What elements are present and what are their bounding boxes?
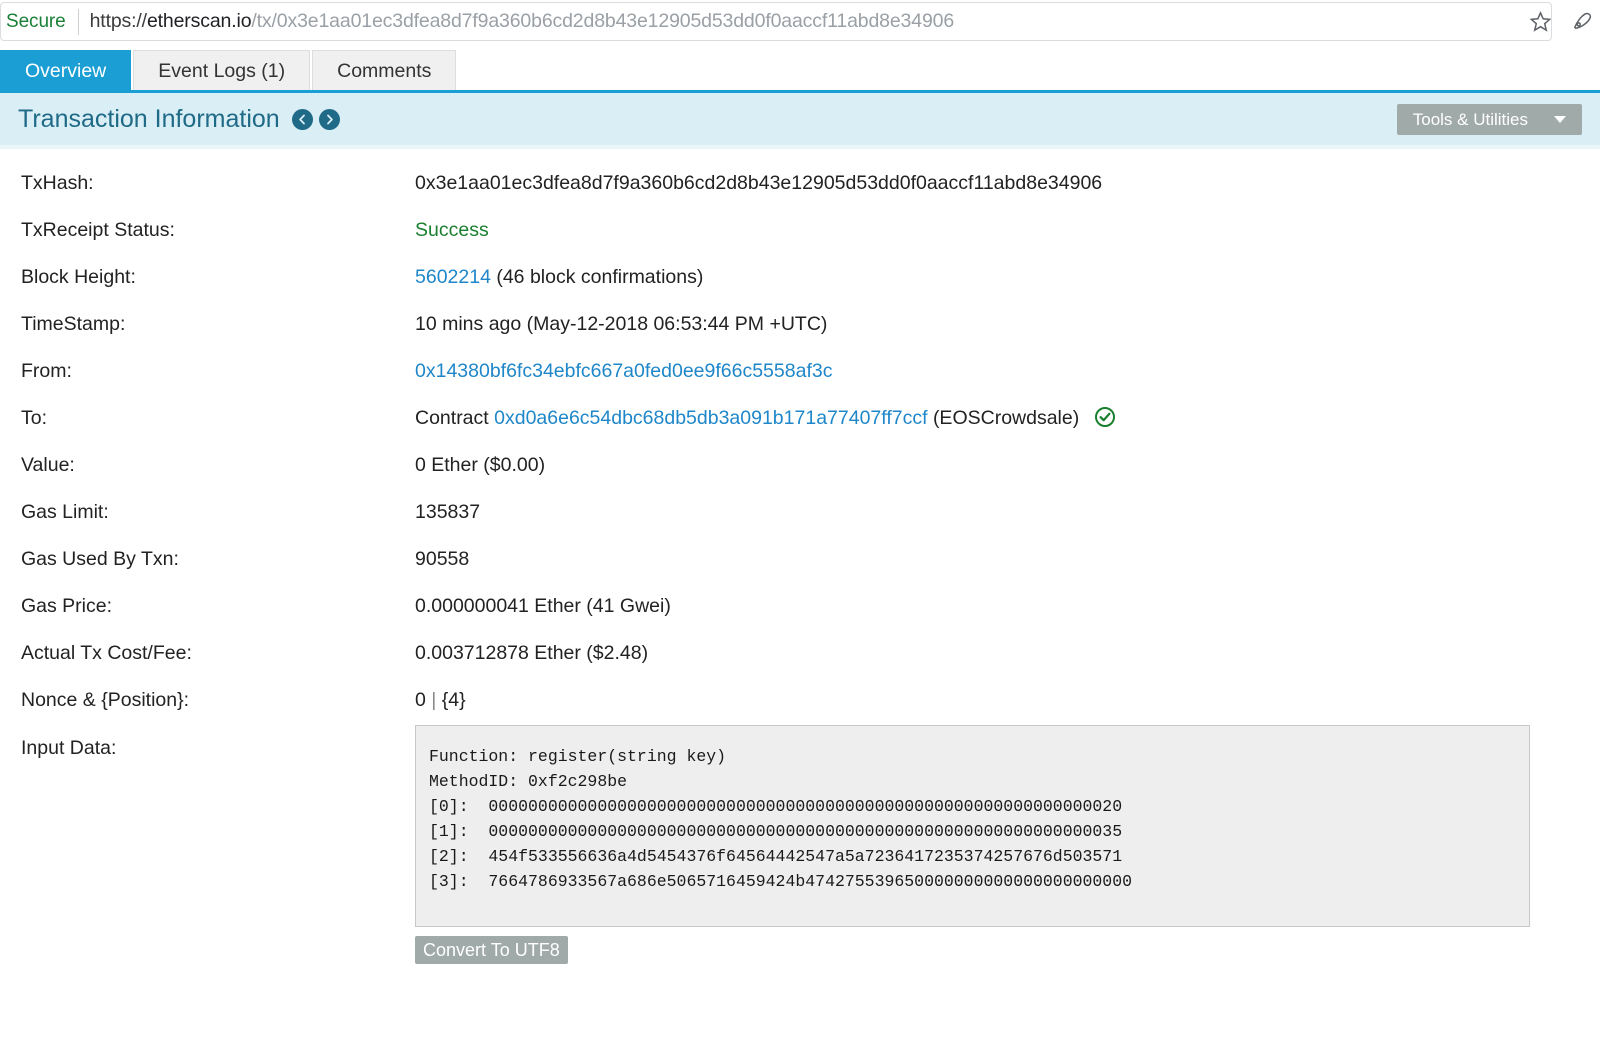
transaction-details: TxHash: 0x3e1aa01ec3dfea8d7f9a360b6cd2d8… (0, 160, 1600, 964)
row-gas-used: Gas Used By Txn: 90558 (0, 536, 1600, 583)
chevron-down-icon (1554, 116, 1566, 123)
value-value: 0 Ether ($0.00) (415, 454, 546, 476)
txhash-value: 0x3e1aa01ec3dfea8d7f9a360b6cd2d8b43e1290… (415, 172, 1103, 194)
input-hex-row: [0]: 00000000000000000000000000000000000… (429, 797, 1123, 816)
row-gas-limit: Gas Limit: 135837 (0, 489, 1600, 536)
nonce-label: Nonce & {Position}: (21, 689, 190, 711)
page-title: Transaction Information (18, 104, 280, 133)
omnibox-divider (77, 8, 79, 35)
to-label: To: (21, 407, 48, 429)
nonce-value: 0 | {4} (415, 677, 466, 724)
url-scheme: https:// (89, 10, 147, 32)
row-gas-price: Gas Price: 0.000000041 Ether (41 Gwei) (0, 583, 1600, 630)
timestamp-value: 10 mins ago (May-12-2018 06:53:44 PM +UT… (415, 313, 828, 335)
contract-name-text: (EOSCrowdsale) (932, 407, 1080, 429)
from-label: From: (21, 360, 72, 382)
record-navigation (291, 108, 340, 130)
row-block-height: Block Height: 5602214 (46 block confirma… (0, 254, 1600, 301)
chevron-right-icon[interactable] (318, 108, 340, 130)
nonce-position: {4} (441, 689, 466, 711)
tab-event-logs[interactable]: Event Logs (1) (133, 50, 311, 92)
gas-limit-value: 135837 (415, 501, 481, 523)
panel-header: Transaction Information Tools & Utilitie… (0, 93, 1600, 145)
tx-cost-value: 0.003712878 Ether ($2.48) (415, 642, 649, 664)
input-function-line: Function: register(string key) (429, 747, 727, 766)
star-icon[interactable] (1526, 8, 1554, 36)
gas-limit-label: Gas Limit: (21, 501, 109, 523)
browser-chrome: Secure https://etherscan.io/tx/0x3e1aa01… (0, 0, 1600, 43)
input-hex-row: [1]: 00000000000000000000000000000000000… (429, 822, 1123, 841)
nonce-number: 0 (415, 689, 426, 711)
row-nonce: Nonce & {Position}: 0 | {4} (0, 677, 1600, 724)
address-bar[interactable]: https://etherscan.io/tx/0x3e1aa01ec3dfea… (90, 0, 1526, 43)
status-badge: Success (415, 219, 489, 241)
to-address-link[interactable]: 0xd0a6e6c54dbc68db5db3a091b171a77407ff7c… (494, 407, 927, 429)
block-height-value: 5602214 (46 block confirmations) (415, 254, 703, 301)
url-path: /tx/0x3e1aa01ec3dfea8d7f9a360b6cd2d8b43e… (251, 10, 955, 32)
to-value: Contract 0xd0a6e6c54dbc68db5db3a091b171a… (415, 395, 1115, 442)
row-txreceipt-status: TxReceipt Status: Success (0, 207, 1600, 254)
row-to: To: Contract 0xd0a6e6c54dbc68db5db3a091b… (0, 395, 1600, 442)
tools-and-utilities-button[interactable]: Tools & Utilities (1396, 104, 1582, 135)
url-host: etherscan.io (146, 10, 252, 32)
contract-prefix-text: Contract (415, 407, 489, 429)
input-methodid-line: MethodID: 0xf2c298be (429, 772, 628, 791)
row-from: From: 0x14380bf6fc34ebfc667a0fed0ee9f66c… (0, 348, 1600, 395)
gas-used-value: 90558 (415, 548, 470, 570)
panel-header-divider (0, 145, 1600, 149)
input-hex-row: [3]: 7664786933567a686e5065716459424b474… (429, 872, 1133, 891)
from-address-link[interactable]: 0x14380bf6fc34ebfc667a0fed0ee9f66c5558af… (415, 360, 832, 382)
value-label: Value: (21, 454, 75, 476)
input-hex-row: [2]: 454f533556636a4d5454376f64564442547… (429, 847, 1123, 866)
verified-check-icon (1094, 398, 1115, 427)
nonce-separator: | (431, 689, 437, 711)
input-data-textarea[interactable]: Function: register(string key) MethodID: … (415, 725, 1530, 927)
gas-price-value: 0.000000041 Ether (41 Gwei) (415, 595, 671, 617)
tools-button-label: Tools & Utilities (1412, 109, 1528, 129)
tx-cost-label: Actual Tx Cost/Fee: (21, 642, 192, 664)
browser-toolbar-icons (1526, 8, 1600, 36)
resize-grip-icon[interactable] (1514, 911, 1527, 924)
row-value: Value: 0 Ether ($0.00) (0, 442, 1600, 489)
gas-price-label: Gas Price: (21, 595, 113, 617)
convert-to-utf8-button[interactable]: Convert To UTF8 (415, 936, 568, 964)
chevron-left-icon[interactable] (291, 108, 313, 130)
input-data-column: Function: register(string key) MethodID: … (415, 725, 1530, 964)
row-tx-cost: Actual Tx Cost/Fee: 0.003712878 Ether ($… (0, 630, 1600, 677)
txreceipt-status-label: TxReceipt Status: (21, 219, 175, 241)
row-input-data: Input Data: Function: register(string ke… (0, 725, 1600, 964)
timestamp-label: TimeStamp: (21, 313, 126, 335)
security-indicator: Secure (6, 10, 66, 32)
txhash-label: TxHash: (21, 172, 94, 194)
block-height-label: Block Height: (21, 266, 136, 288)
tab-bar: Overview Event Logs (1) Comments (0, 45, 1600, 92)
block-confirmations-text: (46 block confirmations) (496, 266, 704, 288)
tab-comments[interactable]: Comments (312, 50, 457, 92)
tab-overview[interactable]: Overview (0, 50, 132, 92)
row-timestamp: TimeStamp: 10 mins ago (May-12-2018 06:5… (0, 301, 1600, 348)
row-txhash: TxHash: 0x3e1aa01ec3dfea8d7f9a360b6cd2d8… (0, 160, 1600, 207)
input-data-label: Input Data: (21, 737, 117, 759)
gas-used-label: Gas Used By Txn: (21, 548, 179, 570)
from-value: 0x14380bf6fc34ebfc667a0fed0ee9f66c5558af… (415, 348, 832, 395)
block-number-link[interactable]: 5602214 (415, 266, 491, 288)
extension-icon[interactable] (1568, 8, 1596, 36)
